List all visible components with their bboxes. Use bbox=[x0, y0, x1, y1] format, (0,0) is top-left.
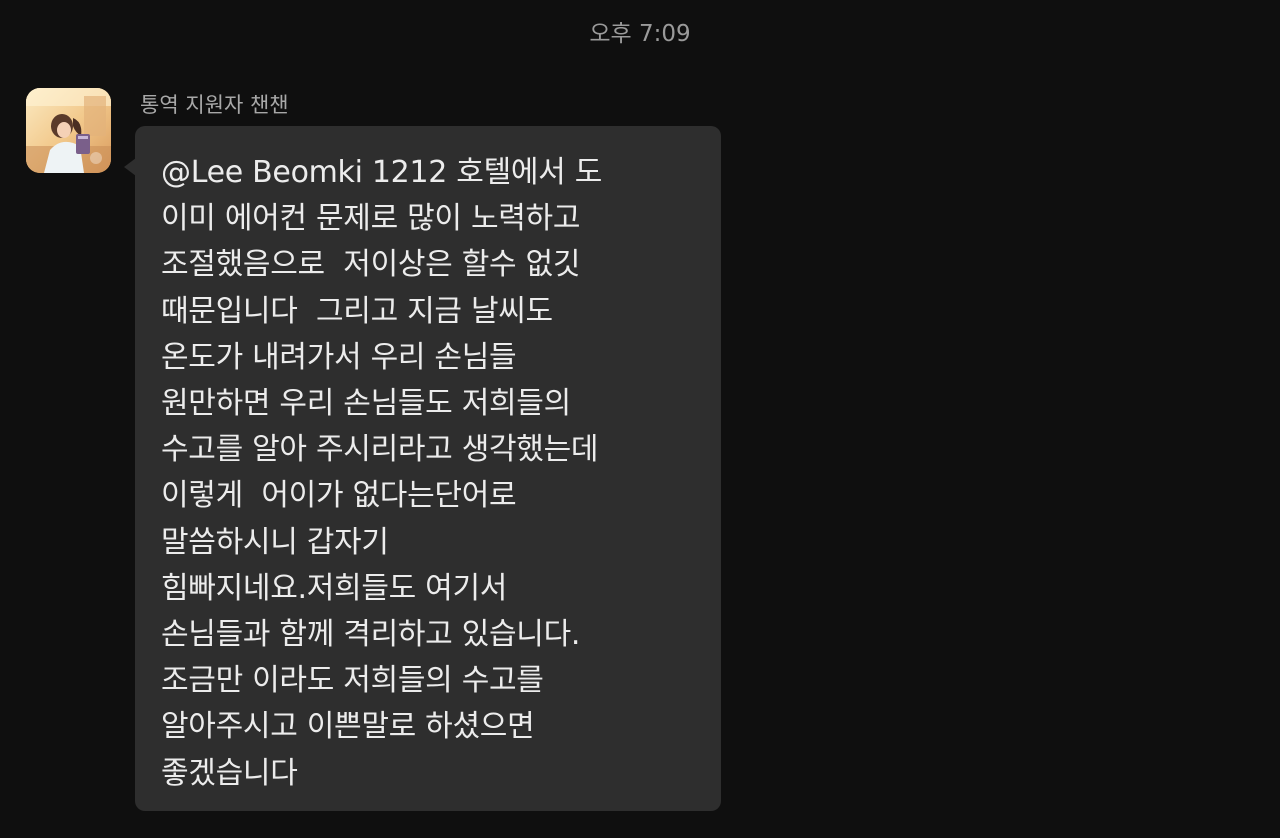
message-line: 말씀하시니 갑자기 bbox=[161, 524, 389, 560]
sender-name[interactable]: 통역 지원자 챈챈 bbox=[140, 90, 289, 120]
message-line: @Lee Beomki 1212 호텔에서 도 bbox=[161, 155, 603, 190]
chat-view: 오후 7:09 통역 지원자 챈챈 @Lee Beomki 1212 호텔에서 … bbox=[0, 0, 1280, 838]
message-line: 이미 에어컨 문제로 많이 노력하고 bbox=[161, 201, 581, 237]
message-line: 손님들과 함께 격리하고 있습니다. bbox=[161, 617, 581, 653]
message-line: 온도가 내려가서 우리 손님들 bbox=[161, 339, 517, 375]
message-bubble[interactable]: @Lee Beomki 1212 호텔에서 도 이미 에어컨 문제로 많이 노력… bbox=[135, 126, 721, 811]
message-line: 좋겠습니다 bbox=[161, 755, 298, 791]
message-line: 때문입니다 그리고 지금 날씨도 bbox=[161, 293, 553, 329]
message-line: 원만하면 우리 손님들도 저희들의 bbox=[161, 386, 571, 422]
message-line: 조금만 이라도 저희들의 수고를 bbox=[161, 663, 544, 699]
message-line: 알아주시고 이쁜말로 하셨으면 bbox=[161, 709, 535, 745]
message-line: 이렇게 어이가 없다는단어로 bbox=[161, 478, 517, 514]
sender-avatar[interactable] bbox=[26, 88, 111, 173]
message-line: 수고를 알아 주시리라고 생각했는데 bbox=[161, 432, 599, 468]
message-line: 조절했음으로 저이상은 할수 없깃 bbox=[161, 247, 581, 283]
message-line: 힘빠지네요.저희들도 여기서 bbox=[161, 570, 508, 606]
message-timestamp: 오후 7:09 bbox=[589, 21, 691, 47]
avatar-image bbox=[26, 88, 111, 173]
